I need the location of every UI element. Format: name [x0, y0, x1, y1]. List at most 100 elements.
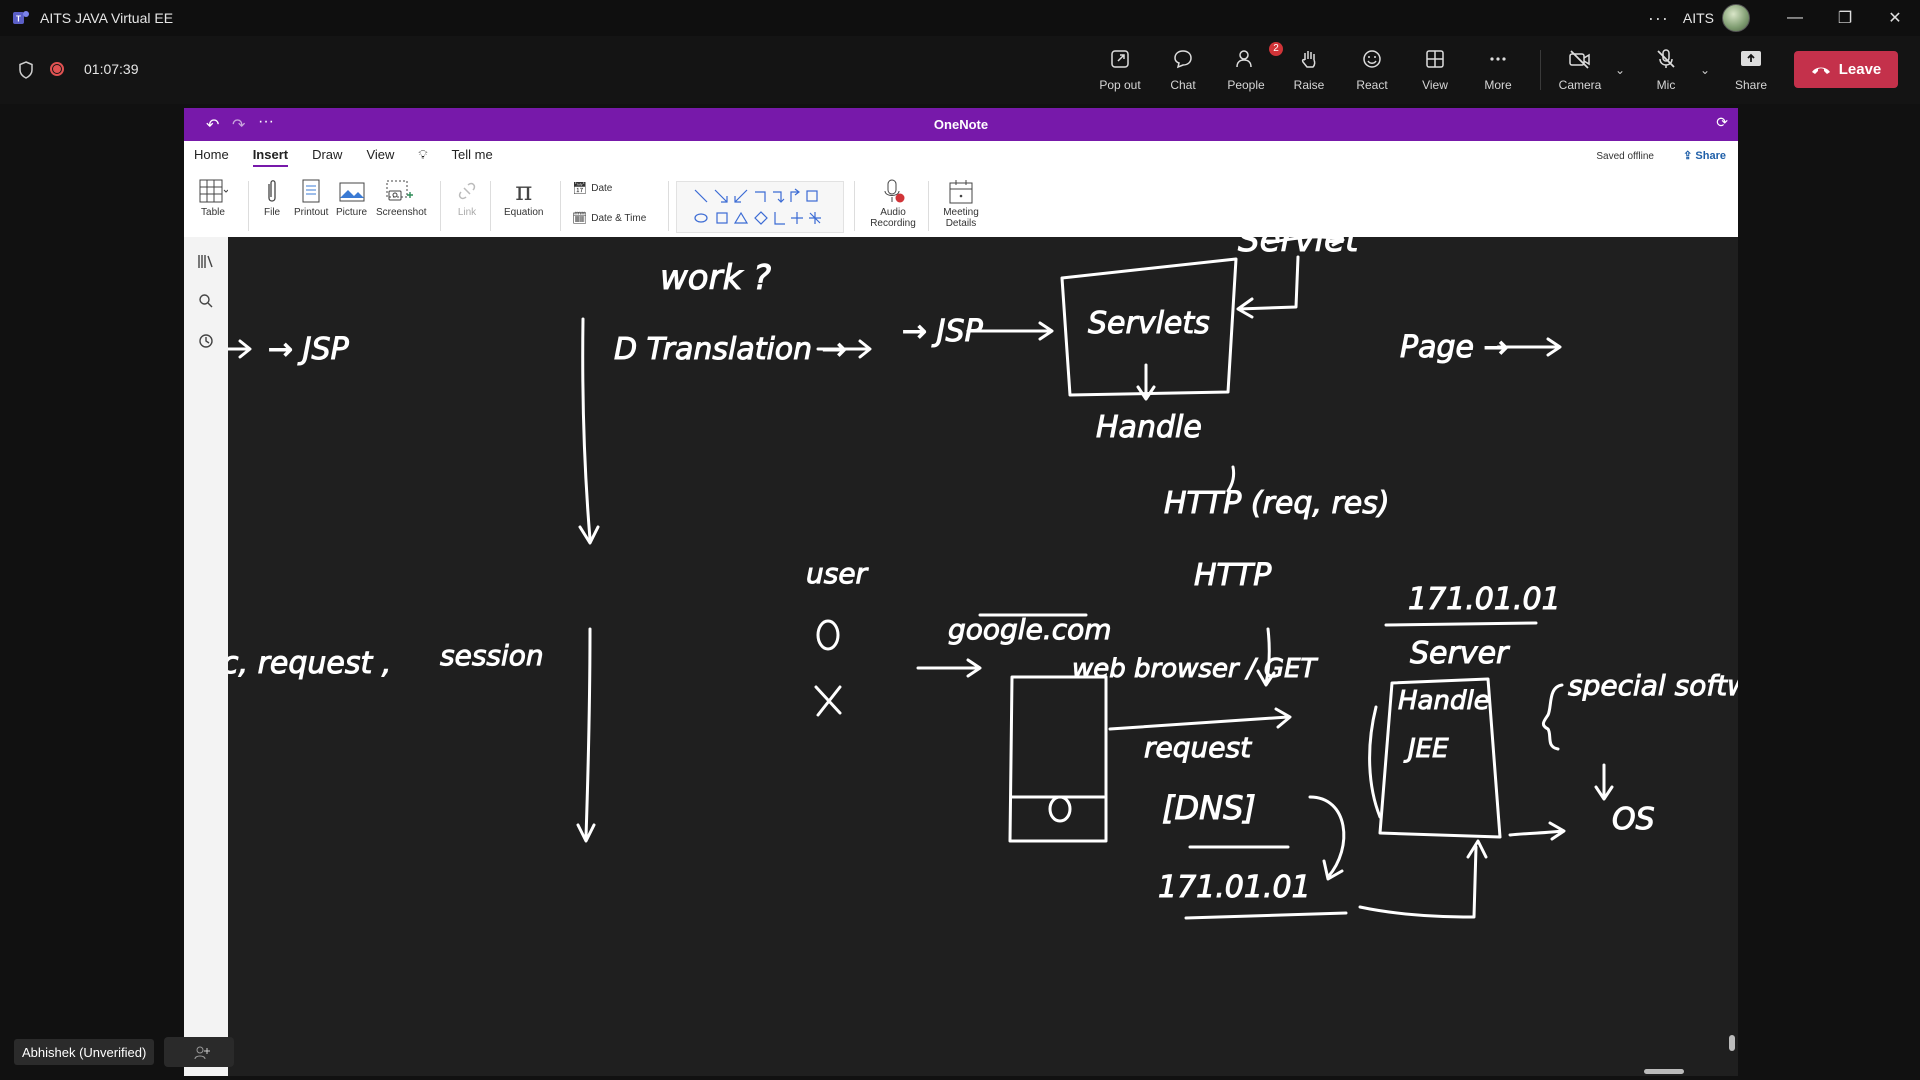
tab-draw[interactable]: Draw — [312, 147, 342, 167]
picture-button[interactable]: Picture — [336, 177, 367, 218]
svg-text:Page →: Page → — [1400, 330, 1509, 365]
svg-text:work ?: work ? — [660, 258, 771, 298]
svg-text:→ JSP: → JSP — [268, 332, 350, 367]
notebooks-icon[interactable] — [196, 251, 216, 271]
table-icon — [199, 179, 228, 203]
ribbon: Home Insert Draw View 💡︎ Tell me Saved of… — [184, 141, 1738, 237]
onenote-window: ↶ ↷ ··· OneNote ⟳ Home Insert Draw View … — [184, 108, 1738, 1076]
tell-me[interactable]: 💡︎ Tell me — [418, 147, 516, 167]
svg-text:171.01.01: 171.01.01 — [1158, 870, 1311, 905]
svg-text:google.com: google.com — [948, 613, 1112, 646]
more-icon — [1490, 57, 1506, 61]
camera-options-chevron-icon[interactable]: ⌄ — [1615, 63, 1625, 77]
share-label: Share — [1734, 78, 1768, 92]
clock-calendar-icon: 🗓︎ — [572, 211, 588, 225]
mic-options-chevron-icon[interactable]: ⌄ — [1700, 63, 1710, 77]
mic-label: Mic — [1656, 78, 1676, 92]
svg-text:user: user — [806, 557, 869, 590]
people-icon — [1236, 50, 1252, 68]
meeting-calendar-icon — [949, 180, 973, 204]
close-button[interactable]: ✕ — [1870, 0, 1920, 36]
link-button[interactable]: Link — [454, 177, 480, 218]
screenshot-button[interactable]: Screenshot — [376, 177, 427, 218]
chat-button[interactable]: Chat — [1153, 46, 1213, 98]
grid-icon — [1426, 50, 1444, 68]
vertical-scrollbar[interactable] — [1729, 237, 1735, 1076]
mic-off-icon — [1657, 49, 1675, 68]
note-canvas[interactable]: Servlet work ? → JSP D Translation → → J… — [228, 237, 1738, 1076]
chat-label: Chat — [1170, 78, 1196, 92]
horizontal-scrollbar[interactable] — [228, 1066, 1738, 1076]
paperclip-icon — [268, 180, 276, 202]
view-button[interactable]: View — [1405, 46, 1465, 98]
people-button[interactable]: 2 People — [1216, 42, 1283, 98]
date-time-button[interactable]: 🗓︎ Date & Time — [572, 211, 646, 225]
recent-clock-icon[interactable] — [196, 331, 216, 351]
avatar[interactable] — [1722, 4, 1750, 32]
search-icon[interactable] — [196, 291, 216, 311]
svg-text:HTTP: HTTP — [1194, 558, 1272, 593]
hand-icon — [1301, 51, 1316, 68]
share-button[interactable]: Share — [1721, 46, 1781, 98]
minimize-button[interactable]: — — [1770, 0, 1820, 36]
svg-text:OS: OS — [1612, 802, 1655, 837]
svg-text:web browser / GET: web browser / GET — [1072, 654, 1318, 684]
svg-text:Handle: Handle — [1096, 410, 1202, 445]
leave-button[interactable]: Leave — [1794, 51, 1898, 88]
shapes-icon — [694, 188, 821, 225]
onenote-share-button[interactable]: ⇪ Share — [1683, 149, 1726, 162]
share-screen-icon — [1741, 51, 1761, 66]
self-video-tile[interactable] — [164, 1037, 234, 1067]
mic-button[interactable]: Mic — [1636, 46, 1696, 98]
raise-hand-button[interactable]: Raise — [1279, 46, 1339, 98]
svg-text:→ JSP: → JSP — [902, 314, 984, 349]
microphone-record-icon — [884, 179, 905, 203]
svg-text:JEE: JEE — [1403, 734, 1449, 764]
svg-text:HTTP (req, res): HTTP (req, res) — [1164, 486, 1390, 521]
svg-text:c, request ,: c, request , — [228, 646, 391, 681]
sync-icon[interactable]: ⟳ — [1716, 114, 1728, 131]
svg-text:D Translation →: D Translation → — [614, 332, 847, 367]
react-label: React — [1356, 78, 1388, 92]
left-nav — [184, 237, 228, 1076]
title-bar: T AITS JAVA Virtual EE ··· AITS — ❐ ✕ — [0, 0, 1920, 36]
camera-button[interactable]: Camera — [1550, 46, 1610, 98]
more-button[interactable]: More — [1468, 46, 1528, 98]
leave-label: Leave — [1838, 61, 1882, 78]
smiley-icon — [1363, 50, 1381, 68]
svg-text:[DNS]: [DNS] — [1162, 789, 1256, 827]
tab-view[interactable]: View — [366, 147, 394, 167]
audio-recording-button[interactable]: Audio Recording — [868, 177, 918, 229]
file-button[interactable]: File — [264, 177, 280, 218]
participant-name-tag: Abhishek (Unverified) — [14, 1039, 155, 1065]
restore-button[interactable]: ❐ — [1820, 0, 1870, 36]
meeting-timer: 01:07:39 — [84, 61, 139, 77]
share-icon: ⇪ — [1683, 150, 1696, 162]
printout-button[interactable]: Printout — [294, 177, 328, 218]
meeting-details-button[interactable]: Meeting Details — [936, 177, 986, 229]
picture-icon — [339, 182, 365, 202]
add-participant-icon — [194, 1046, 210, 1060]
tab-insert[interactable]: Insert — [252, 147, 289, 167]
react-button[interactable]: React — [1342, 46, 1402, 98]
tab-home[interactable]: Home — [194, 147, 229, 167]
equation-button[interactable]: π Equation — [504, 177, 543, 218]
svg-text:Servlets: Servlets — [1088, 306, 1210, 341]
pi-icon: π — [515, 177, 533, 207]
svg-text:171.01.01: 171.01.01 — [1408, 582, 1561, 617]
popout-icon — [1111, 50, 1129, 68]
table-button[interactable]: Table — [198, 177, 228, 218]
more-options-icon[interactable]: ··· — [1648, 8, 1669, 29]
onenote-title: OneNote — [933, 117, 989, 132]
phone-hangup-icon — [1811, 67, 1830, 74]
shield-icon — [19, 61, 33, 79]
ink-drawing: Servlet work ? → JSP D Translation → → J… — [228, 237, 1738, 920]
teams-icon: T — [13, 11, 29, 24]
shapes-gallery[interactable] — [676, 181, 844, 233]
popout-button[interactable]: Pop out — [1090, 46, 1150, 98]
onenote-titlebar: ↶ ↷ ··· OneNote ⟳ — [184, 108, 1738, 141]
date-button[interactable]: 📅︎ Date — [572, 181, 612, 195]
raise-label: Raise — [1293, 78, 1325, 92]
lightbulb-icon: 💡︎ — [418, 147, 428, 162]
chat-icon — [1174, 50, 1192, 69]
